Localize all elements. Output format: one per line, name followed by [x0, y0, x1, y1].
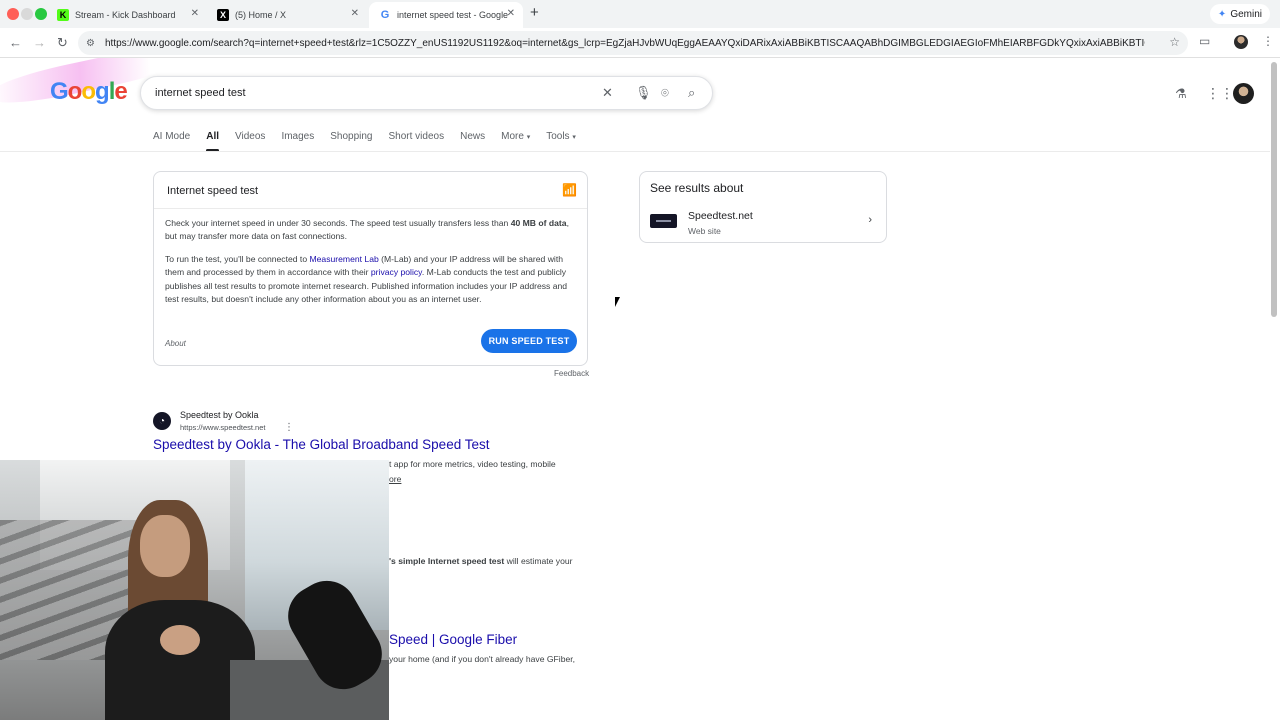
- microphone-icon[interactable]: 🎙: [635, 85, 652, 101]
- forward-arrow-icon[interactable]: →: [33, 35, 46, 50]
- wifi-icon: 📶: [562, 183, 577, 197]
- result-snippet: t app for more metrics, video testing, m…: [389, 459, 556, 469]
- see-results-about-panel: See results about Speedtest.net Web site…: [639, 171, 887, 243]
- browser-tabstrip: K Stream - Kick Dashboard ✕ X (5) Home /…: [0, 0, 1280, 28]
- tab-title: (5) Home / X: [235, 10, 287, 20]
- about-link[interactable]: About: [165, 339, 186, 348]
- back-arrow-icon[interactable]: ←: [9, 35, 22, 50]
- result-snippet: 's simple Internet speed test will estim…: [389, 556, 573, 566]
- ookla-favicon-icon: ◔: [153, 412, 171, 430]
- read-more-link[interactable]: ore: [389, 474, 401, 484]
- speed-test-description: Check your internet speed in under 30 se…: [165, 218, 569, 242]
- browser-tab-kick[interactable]: K Stream - Kick Dashboard ✕: [47, 2, 207, 28]
- mouse-cursor: [615, 297, 625, 307]
- clear-search-icon[interactable]: ✕: [602, 85, 613, 101]
- header-divider: [0, 151, 1270, 152]
- chevron-right-icon: ›: [868, 214, 872, 226]
- tab-close-icon[interactable]: ✕: [507, 8, 515, 19]
- result-options-icon[interactable]: ⋮: [284, 422, 294, 433]
- bookmark-star-icon[interactable]: ☆: [1169, 35, 1180, 49]
- new-tab-button[interactable]: +: [530, 4, 539, 21]
- tab-images[interactable]: Images: [281, 131, 314, 151]
- tab-all[interactable]: All: [206, 131, 219, 152]
- tab-ai-mode[interactable]: AI Mode: [153, 131, 190, 151]
- tab-news[interactable]: News: [460, 131, 485, 151]
- address-url[interactable]: https://www.google.com/search?q=internet…: [105, 38, 1145, 49]
- caret-down-icon: ▾: [572, 134, 576, 141]
- browser-menu-icon[interactable]: ⋮: [1262, 34, 1274, 48]
- person-hands: [160, 625, 200, 655]
- speedtest-logo-thumb: [650, 214, 677, 228]
- tab-more[interactable]: More ▾: [501, 131, 530, 151]
- tab-short-videos[interactable]: Short videos: [389, 131, 445, 151]
- google-favicon-icon: G: [379, 9, 391, 21]
- google-apps-icon[interactable]: ⋮⋮: [1206, 85, 1234, 102]
- page-scrollbar[interactable]: [1271, 62, 1277, 317]
- search-tabs: AI Mode All Videos Images Shopping Short…: [153, 131, 592, 152]
- window-close-button[interactable]: [7, 8, 19, 20]
- caret-down-icon: ▾: [526, 134, 531, 141]
- browser-toolbar: ← → ↻ ⚙ https://www.google.com/search?q=…: [0, 28, 1280, 58]
- result-title-link[interactable]: Speedtest by Ookla - The Global Broadban…: [153, 437, 489, 452]
- speedtest-entity-row[interactable]: Speedtest.net Web site ›: [640, 204, 886, 242]
- cast-icon[interactable]: ▭: [1199, 34, 1210, 48]
- google-logo: Google: [50, 78, 128, 105]
- measurement-lab-link[interactable]: Measurement Lab: [309, 254, 378, 264]
- address-bar[interactable]: ⚙ https://www.google.com/search?q=intern…: [78, 31, 1188, 55]
- entity-name: Speedtest.net: [688, 210, 753, 222]
- speed-test-privacy-text: To run the test, you'll be connected to …: [165, 254, 568, 305]
- see-results-heading: See results about: [650, 181, 744, 195]
- run-speed-test-button[interactable]: RUN SPEED TEST: [481, 329, 577, 353]
- tab-close-icon[interactable]: ✕: [351, 8, 359, 19]
- x-favicon-icon: X: [217, 9, 229, 21]
- tab-close-icon[interactable]: ✕: [191, 8, 199, 19]
- reload-icon[interactable]: ↻: [57, 35, 68, 51]
- tab-tools[interactable]: Tools ▾: [546, 131, 576, 151]
- webcam-overlay: [0, 460, 389, 720]
- browser-tab-google[interactable]: G internet speed test - Google S ✕: [369, 2, 523, 28]
- tab-title: internet speed test - Google S: [397, 10, 509, 20]
- result-snippet: your home (and if you don't already have…: [389, 654, 576, 664]
- browser-tab-x[interactable]: X (5) Home / X ✕: [207, 2, 367, 28]
- browser-profile-avatar[interactable]: [1234, 35, 1248, 49]
- speed-test-card-header: Internet speed test 📶: [154, 172, 587, 209]
- window-minimize-button[interactable]: [21, 8, 33, 20]
- tab-shopping[interactable]: Shopping: [330, 131, 372, 151]
- kick-favicon-icon: K: [57, 9, 69, 21]
- feedback-link[interactable]: Feedback: [554, 369, 589, 378]
- speed-test-title: Internet speed test: [167, 185, 259, 197]
- lens-camera-icon[interactable]: ⌾: [661, 85, 669, 101]
- window-maximize-button[interactable]: [35, 8, 47, 20]
- labs-flask-icon[interactable]: ⚗: [1175, 86, 1187, 102]
- tab-videos[interactable]: Videos: [235, 131, 265, 151]
- search-icon[interactable]: ⌕: [688, 85, 695, 101]
- search-box[interactable]: internet speed test ✕ 🎙 ⌾ ⌕: [140, 76, 713, 110]
- entity-type: Web site: [688, 226, 721, 236]
- person-face: [140, 515, 190, 577]
- gemini-sparkle-icon: ✦: [1217, 8, 1227, 20]
- search-query[interactable]: internet speed test: [155, 87, 246, 99]
- tab-title: Stream - Kick Dashboard: [75, 10, 176, 20]
- result-site-name[interactable]: Speedtest by Ookla: [180, 410, 259, 420]
- account-avatar[interactable]: [1233, 83, 1254, 104]
- gemini-button[interactable]: ✦ Gemini: [1209, 4, 1270, 24]
- result-title-link[interactable]: Speed | Google Fiber: [389, 632, 517, 647]
- site-info-icon[interactable]: ⚙: [86, 38, 95, 49]
- privacy-policy-link[interactable]: privacy policy: [371, 267, 422, 277]
- gemini-label: Gemini: [1230, 8, 1262, 20]
- speed-test-card: Internet speed test 📶 Check your interne…: [153, 171, 588, 366]
- result-url[interactable]: https://www.speedtest.net: [180, 423, 265, 432]
